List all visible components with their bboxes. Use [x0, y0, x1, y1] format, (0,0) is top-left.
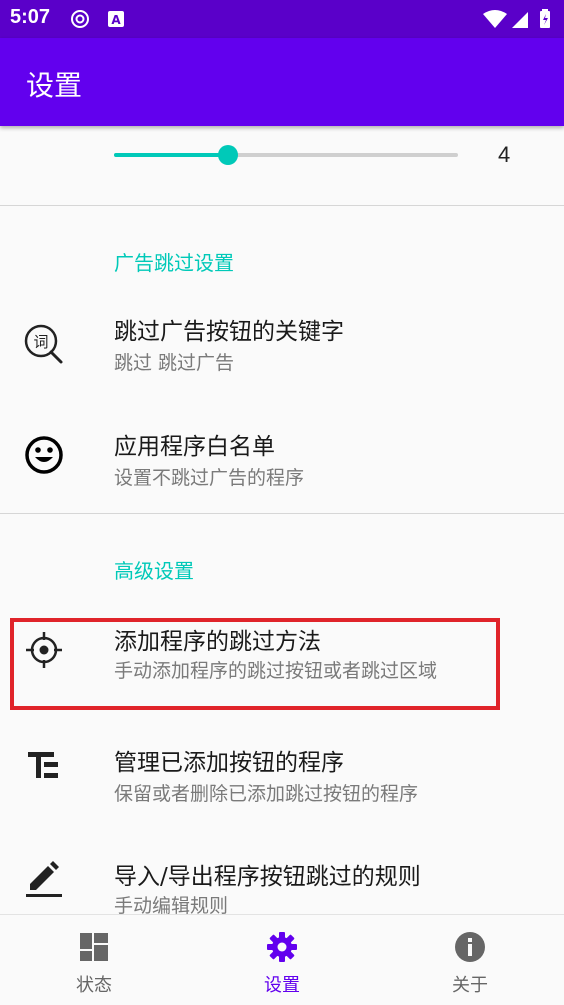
- edit-pencil-icon: [26, 861, 62, 897]
- pref-summary: 手动编辑规则: [114, 895, 229, 914]
- seekbar[interactable]: 4: [0, 126, 564, 196]
- keyboard-notification-icon: A: [108, 11, 124, 27]
- pref-app-whitelist[interactable]: 应用程序白名单 设置不跳过广告的程序: [0, 403, 564, 513]
- pref-title: 应用程序白名单: [114, 434, 275, 460]
- app-bar: 设置: [0, 38, 564, 126]
- list-tree-icon: [28, 752, 58, 778]
- status-time: 5:07: [10, 6, 51, 28]
- app-notification-icon: [71, 10, 89, 28]
- page-title: 设置: [26, 69, 83, 102]
- nav-label: 关于: [452, 975, 488, 996]
- pref-title: 跳过广告按钮的关键字: [114, 319, 344, 345]
- seekbar-value: 4: [498, 142, 511, 167]
- seekbar-fill: [114, 153, 228, 157]
- seekbar-thumb[interactable]: [217, 145, 238, 165]
- nav-status[interactable]: 状态: [0, 915, 188, 1005]
- pref-title: 管理已添加按钮的程序: [114, 750, 344, 776]
- divider: [0, 513, 564, 514]
- nav-about[interactable]: 关于: [376, 915, 564, 1005]
- bottom-navigation: 状态 设置 关于: [0, 914, 564, 1004]
- seekbar-track[interactable]: [114, 145, 458, 165]
- pref-summary: 保留或者删除已添加跳过按钮的程序: [114, 783, 419, 805]
- wifi-icon: [483, 10, 507, 28]
- svg-text:A: A: [111, 13, 121, 27]
- pref-title: 导入/导出程序按钮跳过的规则: [114, 864, 421, 890]
- category-header-advanced: 高级设置: [114, 559, 194, 583]
- pref-manage-programs[interactable]: 管理已添加按钮的程序 保留或者删除已添加跳过按钮的程序: [0, 719, 564, 829]
- pref-summary: 设置不跳过广告的程序: [114, 467, 305, 489]
- cell-signal-icon: [512, 12, 528, 28]
- gear-icon: [267, 932, 297, 962]
- nav-settings[interactable]: 设置: [188, 915, 376, 1005]
- pref-summary: 跳过 跳过广告: [114, 352, 235, 374]
- info-icon: [455, 932, 485, 962]
- smiley-icon: [25, 436, 63, 474]
- dashboard-icon: [80, 933, 108, 961]
- pref-import-export-rules[interactable]: 导入/导出程序按钮跳过的规则 手动编辑规则: [0, 833, 564, 914]
- svg-text:词: 词: [33, 333, 48, 351]
- nav-label: 状态: [76, 975, 112, 996]
- status-bar: 5:07 A: [0, 0, 564, 38]
- category-header-ads: 广告跳过设置: [114, 251, 234, 275]
- divider: [0, 205, 564, 206]
- settings-list[interactable]: 4 广告跳过设置 词 跳过广告按钮的关键字 跳过 跳过广告 应用程序白名单 设置…: [0, 126, 564, 914]
- nav-label: 设置: [264, 975, 300, 996]
- pref-skip-keywords[interactable]: 词 跳过广告按钮的关键字 跳过 跳过广告: [0, 288, 564, 398]
- keyword-search-icon: 词: [24, 324, 63, 364]
- highlight-box: [10, 618, 500, 710]
- battery-icon: [540, 9, 550, 28]
